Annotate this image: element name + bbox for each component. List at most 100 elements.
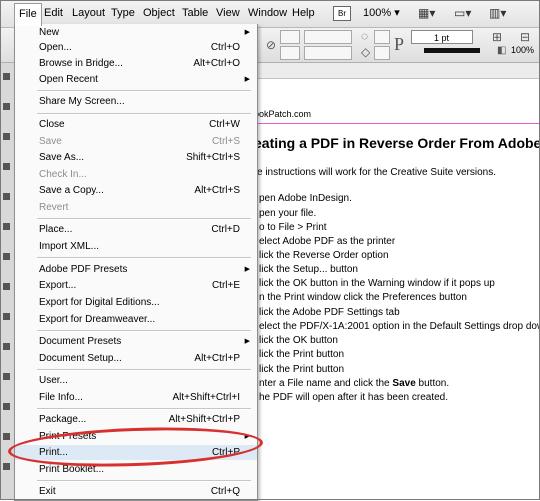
menu-item-browse-in-bridge[interactable]: Browse in Bridge... Alt+Ctrl+O — [15, 56, 257, 71]
menu-item-shortcut: Shift+Ctrl+S — [186, 152, 240, 163]
stroke-weight-select[interactable]: 1 pt — [411, 30, 473, 44]
hand-tool-icon[interactable] — [3, 463, 10, 470]
menu-window[interactable]: Window — [245, 6, 290, 21]
arrange-documents-icon[interactable]: ▥▾ — [489, 6, 506, 20]
menu-item-share-my-screen[interactable]: Share My Screen... — [15, 94, 257, 109]
menu-item-close[interactable]: Close Ctrl+W — [15, 117, 257, 132]
menu-item-check-in[interactable]: Check In... — [15, 167, 257, 182]
menu-separator — [37, 257, 251, 259]
menu-item-import-xml[interactable]: Import XML... — [15, 239, 257, 254]
menu-file[interactable]: File — [14, 3, 42, 26]
type-tool-icon[interactable] — [3, 163, 10, 170]
pencil-tool-icon[interactable] — [3, 193, 10, 200]
stroke-weight-value: 1 pt — [434, 33, 450, 43]
menu-item-export-dreamweaver[interactable]: Export for Dreamweaver... — [15, 312, 257, 327]
screen-mode-icon[interactable]: ▭▾ — [454, 6, 471, 20]
stroke-type-preview[interactable] — [424, 48, 480, 53]
menu-help[interactable]: Help — [289, 6, 318, 21]
menu-item-label: Package... — [39, 414, 87, 425]
opacity-value[interactable]: 100% — [511, 45, 534, 55]
menu-item-label: Save As... — [39, 152, 85, 163]
menu-item-label: Exit — [39, 486, 56, 497]
menu-item-shortcut: Ctrl+O — [210, 42, 240, 53]
menu-item-exit[interactable]: Exit Ctrl+Q — [15, 484, 257, 499]
menu-object[interactable]: Object — [140, 6, 178, 21]
submenu-arrow-icon: ▶ — [244, 266, 250, 273]
menu-separator — [37, 90, 251, 92]
rotate-icon[interactable]: ◌ — [361, 29, 368, 43]
menu-item-label: Print... — [39, 447, 68, 458]
menu-item-label: User... — [39, 375, 68, 386]
menu-item-user[interactable]: User... — [15, 373, 257, 388]
height-field[interactable] — [304, 46, 352, 60]
view-options-icon[interactable]: ▦▾ — [418, 6, 435, 20]
rotation-field[interactable] — [374, 30, 390, 44]
line-tool-icon[interactable] — [3, 223, 10, 230]
constrain-proportions-icon[interactable]: ⊘ — [266, 38, 276, 52]
menu-item-save-a-copy[interactable]: Save a Copy... Alt+Ctrl+S — [15, 183, 257, 198]
menu-item-package[interactable]: Package... Alt+Shift+Ctrl+P — [15, 412, 257, 427]
menu-item-save-as[interactable]: Save As... Shift+Ctrl+S — [15, 150, 257, 165]
note-tool-icon[interactable] — [3, 403, 10, 410]
menu-item-label: Share My Screen... — [39, 96, 125, 107]
menu-item-document-presets[interactable]: Document Presets ▶ — [15, 334, 257, 349]
menu-item-document-setup[interactable]: Document Setup... Alt+Ctrl+P — [15, 351, 257, 366]
menu-item-export-digital-editions[interactable]: Export for Digital Editions... — [15, 295, 257, 310]
pen-tool-icon[interactable] — [3, 133, 10, 140]
file-menu-dropdown: New ▶ Open... Ctrl+O Browse in Bridge... Al… — [14, 24, 258, 501]
rectangle-tool-icon[interactable] — [3, 283, 10, 290]
menu-item-adobe-pdf-presets[interactable]: Adobe PDF Presets ▶ — [15, 262, 257, 277]
menu-item-label: Browse in Bridge... — [39, 58, 123, 69]
document-intro: e instructions will work for the Creativ… — [257, 167, 496, 178]
shear-field[interactable] — [374, 46, 390, 60]
menu-item-shortcut: Ctrl+E — [211, 280, 240, 291]
menu-view[interactable]: View — [213, 6, 243, 21]
selection-tool-icon[interactable] — [3, 73, 10, 80]
scale-y-field[interactable] — [280, 46, 300, 60]
transform-tool-icon[interactable] — [3, 343, 10, 350]
step-2: pen your file. — [259, 208, 317, 219]
document-url: ookPatch.com — [254, 109, 312, 119]
menu-type[interactable]: Type — [108, 6, 138, 21]
menu-table[interactable]: Table — [179, 6, 211, 21]
menu-item-print-booklet[interactable]: Print Booklet... — [15, 462, 257, 477]
menu-item-label: Close — [39, 119, 65, 130]
menu-layout[interactable]: Layout — [69, 6, 108, 21]
step-12: lick the Print button — [259, 349, 345, 360]
menu-separator — [37, 330, 251, 332]
opacity-icon: ◧ — [497, 45, 507, 56]
rectangle-frame-tool-icon[interactable] — [3, 253, 10, 260]
eyedropper-tool-icon[interactable] — [3, 433, 10, 440]
shear-icon[interactable]: ◇ — [361, 45, 370, 59]
gradient-tool-icon[interactable] — [3, 373, 10, 380]
effects-icon[interactable]: ⊟ — [520, 30, 530, 44]
menu-item-label: Document Presets — [39, 336, 122, 347]
menu-item-open[interactable]: Open... Ctrl+O — [15, 40, 257, 55]
menu-item-print[interactable]: Print... Ctrl+P — [15, 445, 257, 460]
menu-item-export[interactable]: Export... Ctrl+E — [15, 278, 257, 293]
direct-selection-tool-icon[interactable] — [3, 103, 10, 110]
step-8: n the Print window click the Preferences… — [259, 292, 467, 303]
paragraph-icon[interactable]: P — [394, 34, 404, 55]
bridge-button[interactable]: Br — [333, 6, 351, 21]
menu-item-label: Import XML... — [39, 241, 100, 252]
width-field[interactable] — [304, 30, 352, 44]
menu-item-file-info[interactable]: File Info... Alt+Shift+Ctrl+I — [15, 390, 257, 405]
menu-item-save[interactable]: Save Ctrl+S — [15, 134, 257, 149]
menu-item-new[interactable]: New ▶ — [15, 25, 257, 40]
menu-separator — [37, 369, 251, 371]
menu-item-open-recent[interactable]: Open Recent ▶ — [15, 72, 257, 87]
menu-item-print-presets[interactable]: Print Presets ▶ — [15, 429, 257, 444]
submenu-arrow-icon: ▶ — [244, 433, 250, 440]
scissors-tool-icon[interactable] — [3, 313, 10, 320]
menu-edit[interactable]: Edit — [41, 6, 66, 21]
step-7: lick the OK button in the Warning window… — [259, 278, 495, 289]
menu-item-revert[interactable]: Revert — [15, 200, 257, 215]
fx-icon[interactable]: ⊞ — [492, 30, 502, 44]
scale-x-field[interactable] — [280, 30, 300, 44]
menu-item-shortcut: Ctrl+P — [211, 447, 240, 458]
menu-item-label: Save a Copy... — [39, 185, 104, 196]
menu-item-place[interactable]: Place... Ctrl+D — [15, 222, 257, 237]
zoom-level-select[interactable]: 100% ▾ — [363, 6, 400, 19]
step-11: lick the OK button — [259, 335, 338, 346]
